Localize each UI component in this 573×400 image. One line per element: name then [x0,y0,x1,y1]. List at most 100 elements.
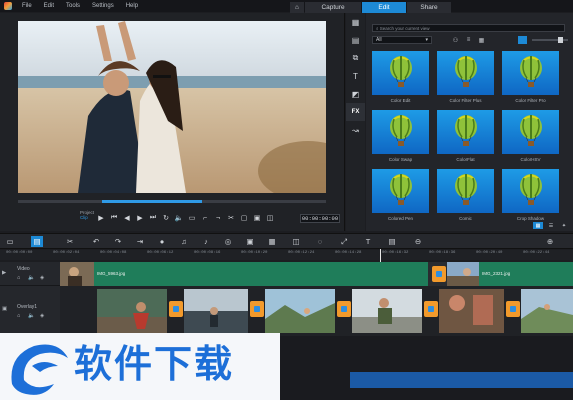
list-view-icon[interactable]: ▦ [476,36,487,44]
storyboard-view-icon[interactable]: ▭ [4,236,16,247]
comment-icon[interactable]: ◌ [314,236,326,247]
filter-thumbnail[interactable] [372,110,429,154]
instant-project-icon[interactable]: ▤ [346,31,365,49]
fit-project-icon[interactable]: ⤢ [338,236,350,247]
filter-thumbnail[interactable] [372,169,429,213]
transition-block[interactable] [169,301,183,317]
subtitle-icon[interactable]: ▣ [244,236,256,247]
repeat-icon[interactable]: ↻ [160,213,172,223]
library-search-input[interactable]: ⌕ Search your current view [372,24,565,32]
zoom-in-icon[interactable]: ⊕ [544,236,556,247]
overlay-clip-1[interactable] [97,289,167,333]
mark-out-icon[interactable]: ¬ [212,213,224,223]
play-icon[interactable]: ▶ [95,213,107,223]
filter-thumbnail[interactable] [502,110,559,154]
tab-share[interactable]: Share [407,2,451,13]
record-icon[interactable]: ● [156,236,168,247]
graphics-icon[interactable]: ◩ [346,85,365,103]
menu-help[interactable]: Help [126,3,138,9]
transition-block[interactable] [432,266,446,282]
options-icon[interactable]: ☰ [546,222,556,229]
timecode-display[interactable]: 00:00:00:00 [300,214,340,223]
overlay-mute-icon[interactable]: 🔈 [28,313,35,319]
mute-icon[interactable]: 🔈 [28,275,35,281]
scrub-bar[interactable] [18,200,326,203]
transition-block[interactable] [337,301,351,317]
filter-thumbnail[interactable] [437,51,494,95]
mark-in-icon[interactable]: ⌐ [199,213,211,223]
auto-music-icon[interactable]: ♪ [200,236,212,247]
menu-file[interactable]: File [22,3,32,9]
add-folder-icon[interactable]: ⚇ [450,36,461,44]
preview-size-icon[interactable]: ▢ [238,213,250,223]
filter-thumbnail[interactable] [502,169,559,213]
timeline-view-icon[interactable]: ▤ [31,236,43,247]
overlay-clip-4[interactable] [352,289,422,333]
grid-view-icon[interactable]: ▦ [533,222,543,229]
snapshot-icon[interactable]: ◫ [264,213,276,223]
stop-motion-icon[interactable]: ◫ [290,236,302,247]
filter-thumbnail[interactable] [437,110,494,154]
end-icon[interactable]: ⏭ [147,213,159,223]
sound-mixer-icon[interactable]: ♫ [178,236,190,247]
overlay-clip-3[interactable] [265,289,335,333]
overlay-track[interactable] [60,286,573,336]
redo-icon[interactable]: ↷ [112,236,124,247]
filter-thumbnail[interactable] [372,51,429,95]
undo-icon[interactable]: ↶ [90,236,102,247]
zoom-out-icon[interactable]: ⊖ [412,236,424,247]
project-clip-toggle[interactable]: Project Clip [80,210,94,220]
transition-block[interactable] [506,301,520,317]
filter-fx-icon[interactable]: FX [346,103,365,121]
video-clip-2[interactable]: IMG_2321.jpg [447,262,573,286]
overlay-clip-2[interactable] [184,289,248,333]
media-icon[interactable]: ▦ [346,13,365,31]
title-editor-icon[interactable]: T [362,236,374,247]
clip-label[interactable]: Clip [80,215,94,220]
overlay-track-name[interactable]: Overlay1 [17,304,37,310]
audio-clip[interactable] [350,372,573,388]
volume-icon[interactable]: 🔈 [173,213,185,223]
sort-icon[interactable]: ≡ [463,36,474,44]
slider-knob[interactable] [558,37,563,43]
video-clip-1[interactable]: IMG_5963.jpg [60,262,428,286]
thumbnail-size-slider[interactable] [532,37,568,43]
menu-edit[interactable]: Edit [44,3,54,9]
filter-options-icon[interactable]: ✦ [559,222,569,229]
split-icon[interactable]: ⇥ [134,236,146,247]
aspect-icon[interactable]: ▣ [251,213,263,223]
menu-settings[interactable]: Settings [92,3,114,9]
transition-block[interactable] [424,301,438,317]
tab-capture[interactable]: Capture [305,2,361,13]
overlay-ripple-icon[interactable]: ◈ [40,313,44,319]
previous-frame-icon[interactable]: ◀ [121,213,133,223]
title-icon[interactable]: T [346,67,365,85]
transition-block[interactable] [250,301,264,317]
overlay-clip-5[interactable] [439,289,504,333]
home-start-icon[interactable]: ⏮ [108,213,120,223]
filter-thumbnail[interactable] [437,169,494,213]
overlay-lock-icon[interactable]: ⌂ [17,313,20,319]
filter-thumbnail[interactable] [502,51,559,95]
thumbnail-view-icon[interactable] [518,36,527,44]
resolution-icon[interactable]: ▭ [186,213,198,223]
lock-icon[interactable]: ⌂ [17,275,20,281]
next-frame-icon[interactable]: ▶ [134,213,146,223]
home-icon[interactable]: ⌂ [290,2,304,13]
preview-video[interactable] [18,21,326,193]
overlay-clip-6[interactable] [521,289,573,333]
transition-icon[interactable]: ⧉ [346,49,365,67]
split-clip-icon[interactable]: ✂ [225,213,237,223]
motion-tracking-icon[interactable]: ◎ [222,236,234,247]
tools-icon[interactable]: ✂ [64,236,76,247]
slideshow-icon[interactable]: ▤ [386,236,398,247]
tab-edit[interactable]: Edit [362,2,406,13]
video-track-name[interactable]: Video [17,266,30,272]
video-track[interactable]: IMG_5963.jpg IMG_2321.jpg [60,262,573,286]
ripple-icon[interactable]: ◈ [40,275,44,281]
timeline-ruler[interactable]: 00:00:00:00 00:00:02:04 00:00:04:08 00:00:0… [0,250,573,260]
library-filter-dropdown[interactable]: All ▾ [372,36,432,44]
multi-camera-icon[interactable]: ▦ [266,236,278,247]
path-icon[interactable]: ↝ [346,121,365,139]
menu-tools[interactable]: Tools [66,3,80,9]
